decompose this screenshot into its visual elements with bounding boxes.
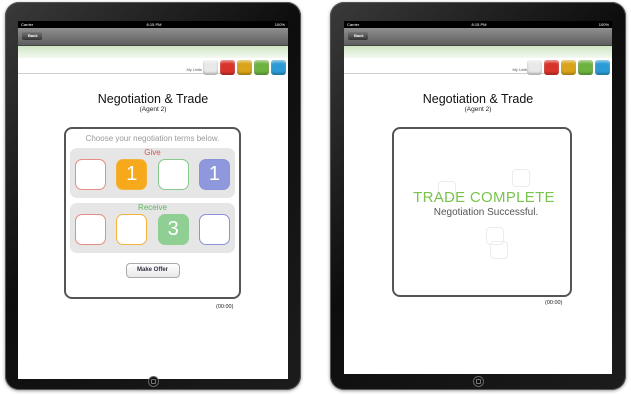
give-slot-green[interactable] xyxy=(157,159,189,190)
header-gradient xyxy=(18,46,288,58)
unit-button-green[interactable] xyxy=(578,60,593,75)
navigation-bar: Back xyxy=(344,28,612,46)
offer-screen: Carrier 8:15 PM 100% Back My Units Negot… xyxy=(18,21,288,379)
complete-screen: Carrier 8:15 PM 100% Back My Units Negot… xyxy=(344,21,612,374)
unit-button-yellow[interactable] xyxy=(237,60,252,75)
give-slots: 1 1 xyxy=(70,158,235,190)
receive-slot-blue[interactable] xyxy=(198,214,230,245)
faded-slot xyxy=(512,169,530,187)
carrier-label: Carrier xyxy=(21,22,34,27)
give-group: Give 1 1 xyxy=(70,148,235,198)
carrier-label: Carrier xyxy=(347,22,360,27)
divider xyxy=(18,73,228,74)
unit-button-green[interactable] xyxy=(254,60,269,75)
negotiation-prompt: Choose your negotiation terms below. xyxy=(85,134,220,143)
units-toolbar: My Units xyxy=(18,60,288,78)
status-bar: Carrier 8:15 PM 100% xyxy=(18,21,288,28)
give-slot-red[interactable] xyxy=(75,159,106,190)
receive-slot-yellow[interactable] xyxy=(116,214,148,245)
page-title: Negotiation & Trade xyxy=(422,92,534,106)
my-units-label: My Units xyxy=(512,67,528,72)
make-offer-button[interactable]: Make Offer xyxy=(125,263,180,278)
back-button[interactable]: Back xyxy=(348,32,368,40)
give-label: Give xyxy=(144,148,161,157)
negotiation-panel: Choose your negotiation terms below. Giv… xyxy=(64,127,241,299)
navigation-bar: Back xyxy=(18,28,288,46)
page-subtitle: (Agent 2) xyxy=(464,106,492,113)
receive-slot-green[interactable]: 3 xyxy=(157,214,189,245)
faded-slot xyxy=(490,241,508,259)
receive-slots: 3 xyxy=(70,213,235,245)
receive-label: Receive xyxy=(138,203,167,212)
divider xyxy=(344,73,552,74)
battery-label: 100% xyxy=(598,22,609,27)
my-units-label: My Units xyxy=(186,67,202,72)
home-button[interactable] xyxy=(148,376,159,387)
timer: (00:00) xyxy=(216,304,234,310)
unit-buttons xyxy=(527,60,610,75)
status-bar: Carrier 8:15 PM 100% xyxy=(344,21,612,28)
ipad-device-offer: Carrier 8:15 PM 100% Back My Units Negot… xyxy=(5,2,301,390)
page-title: Negotiation & Trade xyxy=(97,92,209,106)
give-slot-yellow[interactable]: 1 xyxy=(116,159,148,190)
negotiation-successful-message: Negotiation Successful. xyxy=(433,207,539,218)
timer: (00:00) xyxy=(545,300,563,306)
trade-complete-headline: TRADE COMPLETE xyxy=(413,189,555,206)
unit-button-blue[interactable] xyxy=(595,60,610,75)
unit-button-red[interactable] xyxy=(220,60,235,75)
status-time: 8:15 PM xyxy=(471,22,487,27)
home-button[interactable] xyxy=(473,376,484,387)
page-subtitle: (Agent 2) xyxy=(139,106,167,113)
battery-label: 100% xyxy=(274,22,285,27)
unit-button-blue[interactable] xyxy=(271,60,286,75)
receive-group: Receive 3 xyxy=(70,203,235,253)
unit-buttons xyxy=(203,60,286,75)
header-gradient xyxy=(344,46,612,58)
result-panel: TRADE COMPLETE Negotiation Successful. xyxy=(392,127,572,297)
status-time: 8:15 PM xyxy=(146,22,162,27)
unit-button-yellow[interactable] xyxy=(561,60,576,75)
back-button[interactable]: Back xyxy=(22,32,42,40)
receive-slot-red[interactable] xyxy=(75,214,106,245)
unit-button-white[interactable] xyxy=(203,60,218,75)
ipad-device-complete: Carrier 8:15 PM 100% Back My Units Negot… xyxy=(330,2,626,390)
unit-button-white[interactable] xyxy=(527,60,542,75)
give-slot-blue[interactable]: 1 xyxy=(198,159,230,190)
units-toolbar: My Units xyxy=(344,60,612,78)
unit-button-red[interactable] xyxy=(544,60,559,75)
